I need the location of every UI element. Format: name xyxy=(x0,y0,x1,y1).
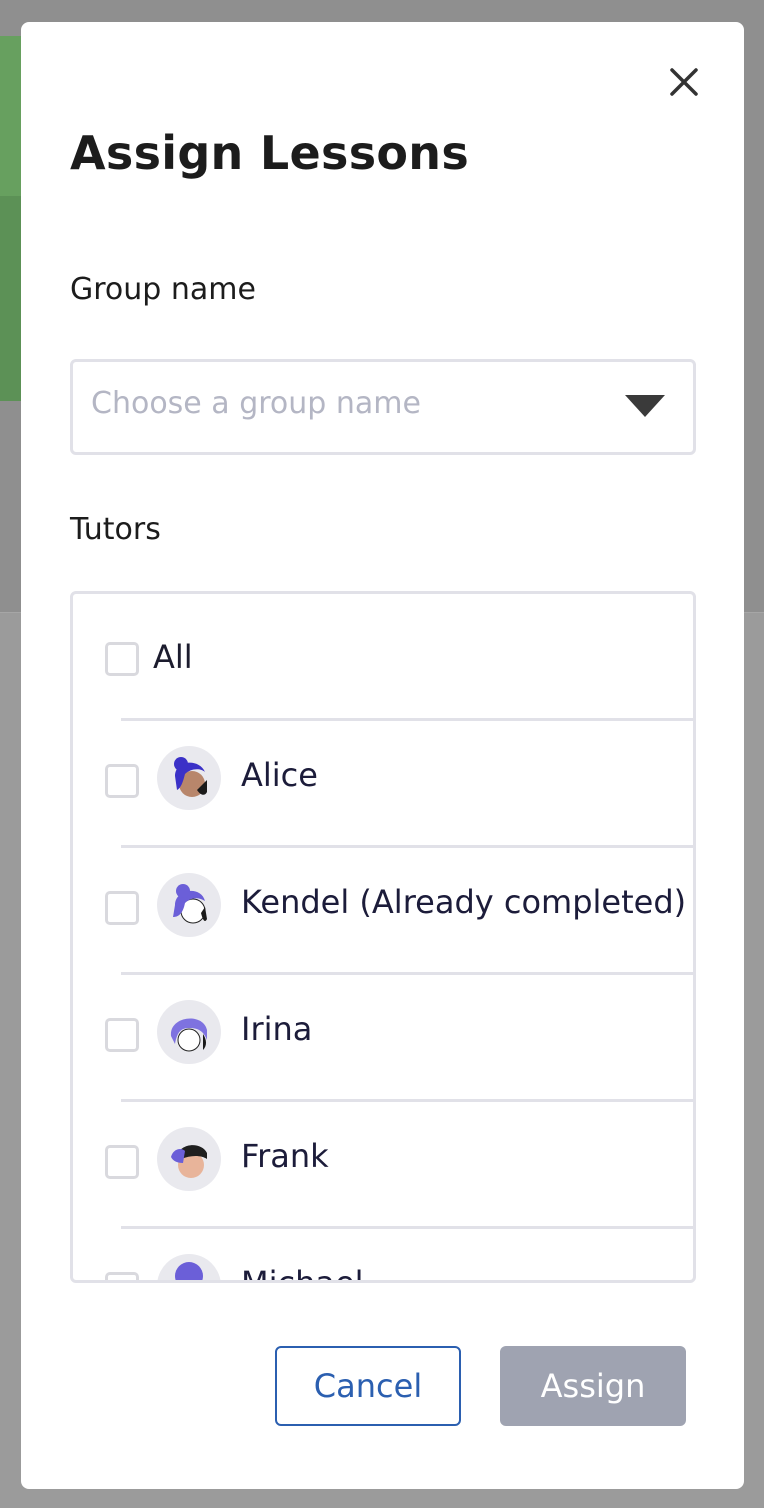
checkbox-all[interactable] xyxy=(105,642,139,676)
tutor-row-frank[interactable]: Frank xyxy=(73,1099,693,1225)
group-name-label: Group name xyxy=(70,272,256,307)
tutor-avatar-icon xyxy=(171,1145,207,1178)
tutor-checkbox[interactable] xyxy=(105,1272,139,1280)
avatar xyxy=(157,746,221,810)
tutors-label: Tutors xyxy=(70,512,161,547)
row-divider xyxy=(121,718,693,721)
group-name-select[interactable]: Choose a group name xyxy=(70,359,696,455)
tutor-checkbox[interactable] xyxy=(105,1145,139,1179)
tutor-name: Irina xyxy=(241,1010,313,1048)
tutor-row-kendel[interactable]: Kendel (Already completed) xyxy=(73,845,693,971)
row-divider xyxy=(121,845,693,848)
tutor-checkbox[interactable] xyxy=(105,764,139,798)
tutor-avatar-icon xyxy=(173,884,207,924)
assign-lessons-modal: Assign Lessons Group name Choose a group… xyxy=(21,22,744,1489)
tutor-name: Alice xyxy=(241,756,318,794)
tutor-all-label: All xyxy=(153,638,193,676)
cancel-button[interactable]: Cancel xyxy=(275,1346,461,1426)
caret-down-icon[interactable] xyxy=(625,395,665,417)
row-divider xyxy=(121,972,693,975)
avatar xyxy=(157,873,221,937)
tutor-checkbox[interactable] xyxy=(105,1018,139,1052)
assign-button[interactable]: Assign xyxy=(500,1346,686,1426)
tutor-row-alice[interactable]: Alice xyxy=(73,718,693,844)
close-icon[interactable] xyxy=(664,62,704,102)
tutor-row-all[interactable]: All xyxy=(73,594,693,720)
tutor-checkbox[interactable] xyxy=(105,891,139,925)
tutor-row-michael[interactable]: Michael xyxy=(73,1226,693,1283)
row-divider xyxy=(121,1226,693,1229)
avatar xyxy=(157,1127,221,1191)
group-name-placeholder: Choose a group name xyxy=(91,386,421,421)
tutor-name: Michael xyxy=(241,1264,364,1283)
row-divider xyxy=(121,1099,693,1102)
tutor-row-irina[interactable]: Irina xyxy=(73,972,693,1098)
close-button[interactable] xyxy=(664,62,704,102)
avatar xyxy=(157,1000,221,1064)
tutors-list[interactable]: All Alice Kendel (Already completed) Iri… xyxy=(70,591,696,1283)
tutor-avatar-icon xyxy=(175,1262,203,1280)
tutor-name: Frank xyxy=(241,1137,329,1175)
modal-title: Assign Lessons xyxy=(70,126,470,180)
tutor-avatar-icon xyxy=(170,1018,207,1052)
tutor-name: Kendel (Already completed) xyxy=(241,883,687,921)
background-banner-highlight xyxy=(0,36,22,196)
avatar xyxy=(157,1254,221,1280)
tutor-avatar-icon xyxy=(174,757,207,797)
